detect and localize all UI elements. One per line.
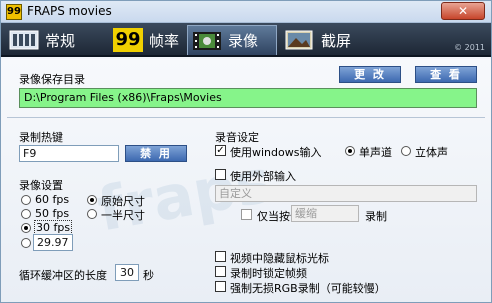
- lock-framerate-label: 录制时锁定帧频: [230, 267, 307, 280]
- lock-framerate-checkbox[interactable]: [215, 266, 226, 277]
- fps-99-icon: 99: [113, 28, 143, 52]
- fps-custom-radio[interactable]: [21, 238, 31, 248]
- window-title: FRAPS movies: [27, 4, 112, 18]
- use-windows-input-checkbox[interactable]: ✓: [215, 145, 226, 156]
- general-icon: [9, 28, 39, 52]
- tab-general-label: 常规: [45, 31, 76, 50]
- audio-settings-label: 录音设定: [215, 131, 259, 144]
- use-windows-input-label: 使用windows输入: [230, 146, 322, 159]
- use-external-input-label: 使用外部输入: [230, 170, 296, 183]
- hotkey-input[interactable]: F9: [19, 145, 119, 162]
- record-label: 录制: [365, 210, 387, 223]
- tab-screenshots-label: 截屏: [321, 31, 352, 50]
- movies-panel: fraps 录像保存目录 更 改 查 看 D:\Program Files (x…: [1, 59, 491, 302]
- only-when-pressed-checkbox[interactable]: [241, 209, 252, 220]
- disable-hotkey-button[interactable]: 禁 用: [125, 145, 187, 162]
- external-device-select[interactable]: 自定义: [215, 185, 477, 202]
- fps-custom-input[interactable]: 29.97: [33, 234, 73, 251]
- half-size-radio[interactable]: [87, 209, 97, 219]
- film-icon: [192, 29, 222, 53]
- fraps-window: 99 FRAPS movies ✕ 常规 99 帧率 录像 截屏 © 2011 …: [0, 0, 492, 303]
- lossless-rgb-checkbox[interactable]: [215, 281, 226, 292]
- mono-radio[interactable]: [345, 146, 355, 156]
- tab-movies-label: 录像: [228, 32, 259, 50]
- stereo-radio[interactable]: [401, 146, 411, 156]
- use-external-input-checkbox[interactable]: [215, 169, 226, 180]
- fps-30-label: 30 fps: [34, 220, 73, 235]
- copyright-text: © 2011: [454, 43, 485, 52]
- fps-60-radio[interactable]: [21, 195, 31, 205]
- view-folder-button[interactable]: 查 看: [415, 66, 477, 83]
- section-divider: [7, 117, 485, 118]
- tab-screenshots[interactable]: 截屏: [285, 25, 385, 55]
- fps-50-label: 50 fps: [35, 207, 70, 220]
- tab-general[interactable]: 常规: [9, 25, 109, 55]
- stereo-label: 立体声: [415, 146, 448, 159]
- title-bar: 99 FRAPS movies ✕: [1, 1, 491, 23]
- save-folder-path-field[interactable]: D:\Program Files (x86)\Fraps\Movies: [19, 88, 477, 108]
- full-size-radio[interactable]: [87, 195, 97, 205]
- push-key-input[interactable]: 缓缩: [291, 205, 359, 222]
- buffer-length-input[interactable]: 30: [115, 264, 139, 281]
- fps-30-radio[interactable]: [21, 223, 31, 233]
- fps-50-radio[interactable]: [21, 209, 31, 219]
- screenshot-icon: [285, 28, 315, 52]
- mono-label: 单声道: [359, 146, 392, 159]
- fraps-app-icon: 99: [6, 4, 22, 20]
- buffer-unit-label: 秒: [143, 269, 154, 282]
- tab-fps-label: 帧率: [149, 31, 180, 50]
- lossless-rgb-label: 强制无损RGB录制（可能较慢）: [230, 282, 386, 295]
- tab-movies[interactable]: 录像: [187, 25, 277, 55]
- save-folder-label: 录像保存目录: [19, 73, 85, 86]
- hide-cursor-checkbox[interactable]: [215, 251, 226, 262]
- hotkey-label: 录制热键: [19, 131, 63, 144]
- change-folder-button[interactable]: 更 改: [339, 66, 401, 83]
- video-settings-label: 录像设置: [19, 179, 63, 192]
- close-button[interactable]: ✕: [441, 2, 485, 20]
- half-size-label: 一半尺寸: [101, 209, 145, 222]
- hide-cursor-label: 视频中隐藏鼠标光标: [230, 252, 329, 265]
- fps-60-label: 60 fps: [35, 193, 70, 206]
- tab-bar: 常规 99 帧率 录像 截屏 © 2011: [1, 23, 491, 57]
- buffer-length-label: 循环缓冲区的长度: [19, 269, 107, 282]
